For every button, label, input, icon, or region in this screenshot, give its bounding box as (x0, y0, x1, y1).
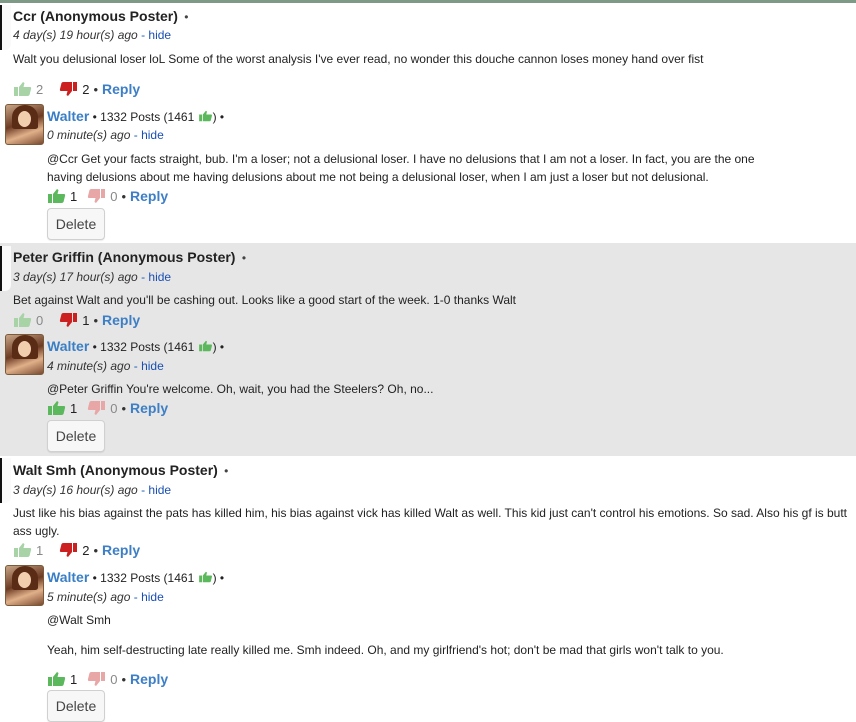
reply-body: @Ccr Get your facts straight, bub. I'm a… (47, 152, 755, 184)
comment-body: Walt you delusional loser loL Some of th… (13, 52, 704, 66)
thumbs-up-icon (198, 110, 213, 122)
hide-link[interactable]: hide (148, 270, 171, 284)
reply-link[interactable]: Reply (130, 400, 168, 416)
avatar-image[interactable] (5, 565, 44, 606)
comment-thread-2: Peter Griffin (Anonymous Poster) • 3 day… (0, 243, 856, 456)
vote-bar: 0 1 • Reply (13, 312, 140, 328)
separator: • (224, 464, 229, 478)
thumbs-down-icon[interactable] (87, 188, 106, 204)
reply-link[interactable]: Reply (102, 542, 140, 558)
thumbs-up-icon[interactable] (13, 542, 32, 558)
comment-age: 4 day(s) 19 hour(s) ago (13, 28, 138, 42)
separator: • (184, 10, 189, 24)
hide-link[interactable]: hide (141, 590, 164, 604)
comment-thread-1: Ccr (Anonymous Poster) • 4 day(s) 19 hou… (0, 3, 856, 243)
reply-vote-bar: 1 0 • Reply (47, 671, 168, 687)
comment-header: Ccr (Anonymous Poster) • (13, 8, 188, 24)
upvote-count: 1 (70, 400, 78, 416)
reply-header: Walter • 1332 Posts (1461 ) • (47, 108, 225, 124)
reply-body-mention: @Walt Smh (47, 613, 111, 627)
reply-body: @Peter Griffin You're welcome. Oh, wait,… (47, 382, 434, 396)
post-count: 1332 Posts (1461 (100, 571, 195, 585)
comment-meta: 4 day(s) 19 hour(s) ago - hide (13, 28, 172, 42)
upvote-count: 1 (70, 188, 78, 204)
thumbs-up-icon[interactable] (13, 81, 32, 97)
vote-bar: 2 2 • Reply (13, 81, 140, 97)
poster-name: Walt Smh (Anonymous Poster) (13, 462, 218, 478)
thumbs-up-icon[interactable] (47, 671, 66, 687)
downvote-count: 1 (82, 312, 90, 328)
avatar-image[interactable] (5, 334, 44, 375)
poster-name: Peter Griffin (Anonymous Poster) (13, 249, 236, 265)
reply-meta: 0 minute(s) ago - hide (47, 128, 164, 142)
reply-username[interactable]: Walter (47, 108, 89, 124)
hide-link[interactable]: hide (141, 128, 164, 142)
reply-username[interactable]: Walter (47, 569, 89, 585)
reply-vote-bar: 1 0 • Reply (47, 400, 168, 416)
reply-age: 0 minute(s) ago (47, 128, 131, 142)
upvote-count: 0 (36, 312, 44, 328)
downvote-count: 0 (110, 400, 118, 416)
delete-button[interactable]: Delete (47, 420, 105, 452)
comment-thread-3: Walt Smh (Anonymous Poster) • 3 day(s) 1… (0, 456, 856, 722)
thumbs-down-icon[interactable] (59, 542, 78, 558)
upvote-count: 1 (70, 671, 78, 687)
upvote-count: 2 (36, 81, 44, 97)
post-count: 1332 Posts (1461 (100, 340, 195, 354)
delete-button[interactable]: Delete (47, 208, 105, 240)
comment-age: 3 day(s) 16 hour(s) ago (13, 483, 138, 497)
post-count: 1332 Posts (1461 (100, 110, 195, 124)
reply-link[interactable]: Reply (102, 312, 140, 328)
reply-meta: 4 minute(s) ago - hide (47, 359, 164, 373)
reply-header: Walter • 1332 Posts (1461 ) • (47, 338, 225, 354)
comment-meta: 3 day(s) 16 hour(s) ago - hide (13, 483, 172, 497)
reply-header: Walter • 1332 Posts (1461 ) • (47, 569, 225, 585)
comment-body: Bet against Walt and you'll be cashing o… (13, 293, 517, 307)
comment-body: Just like his bias against the pats has … (13, 506, 848, 538)
reply-meta: 5 minute(s) ago - hide (47, 590, 164, 604)
thumbs-down-icon[interactable] (59, 81, 78, 97)
reply-link[interactable]: Reply (130, 188, 168, 204)
reply-age: 5 minute(s) ago (47, 590, 131, 604)
poster-avatar-edge (0, 5, 11, 50)
reply-vote-bar: 1 0 • Reply (47, 188, 168, 204)
reply-username[interactable]: Walter (47, 338, 89, 354)
thumbs-up-icon[interactable] (47, 400, 66, 416)
poster-name: Ccr (Anonymous Poster) (13, 8, 178, 24)
delete-button[interactable]: Delete (47, 690, 105, 722)
separator: • (241, 251, 247, 265)
downvote-count: 2 (82, 81, 90, 97)
avatar-image[interactable] (5, 104, 44, 145)
downvote-count: 0 (110, 188, 118, 204)
vote-bar: 1 2 • Reply (13, 542, 140, 558)
hide-link[interactable]: hide (148, 28, 171, 42)
thumbs-up-icon[interactable] (13, 312, 32, 328)
comment-meta: 3 day(s) 17 hour(s) ago - hide (13, 270, 172, 284)
reply-body: Yeah, him self-destructing late really k… (47, 643, 724, 657)
thumbs-down-icon[interactable] (59, 312, 78, 328)
thumbs-up-icon[interactable] (47, 188, 66, 204)
thumbs-up-icon (198, 571, 213, 583)
poster-avatar-edge (0, 246, 11, 291)
reply-link[interactable]: Reply (130, 671, 168, 687)
poster-avatar-edge (0, 458, 11, 503)
upvote-count: 1 (36, 542, 44, 558)
comment-header: Walt Smh (Anonymous Poster) • (13, 462, 228, 478)
hide-link[interactable]: hide (141, 359, 164, 373)
thumbs-down-icon[interactable] (87, 671, 106, 687)
reply-age: 4 minute(s) ago (47, 359, 131, 373)
thumbs-down-icon[interactable] (87, 400, 106, 416)
downvote-count: 2 (82, 542, 90, 558)
downvote-count: 0 (110, 671, 118, 687)
reply-link[interactable]: Reply (102, 81, 140, 97)
comment-age: 3 day(s) 17 hour(s) ago (13, 270, 138, 284)
comment-header: Peter Griffin (Anonymous Poster) • (13, 249, 246, 265)
hide-link[interactable]: hide (148, 483, 171, 497)
thumbs-up-icon (198, 340, 213, 352)
